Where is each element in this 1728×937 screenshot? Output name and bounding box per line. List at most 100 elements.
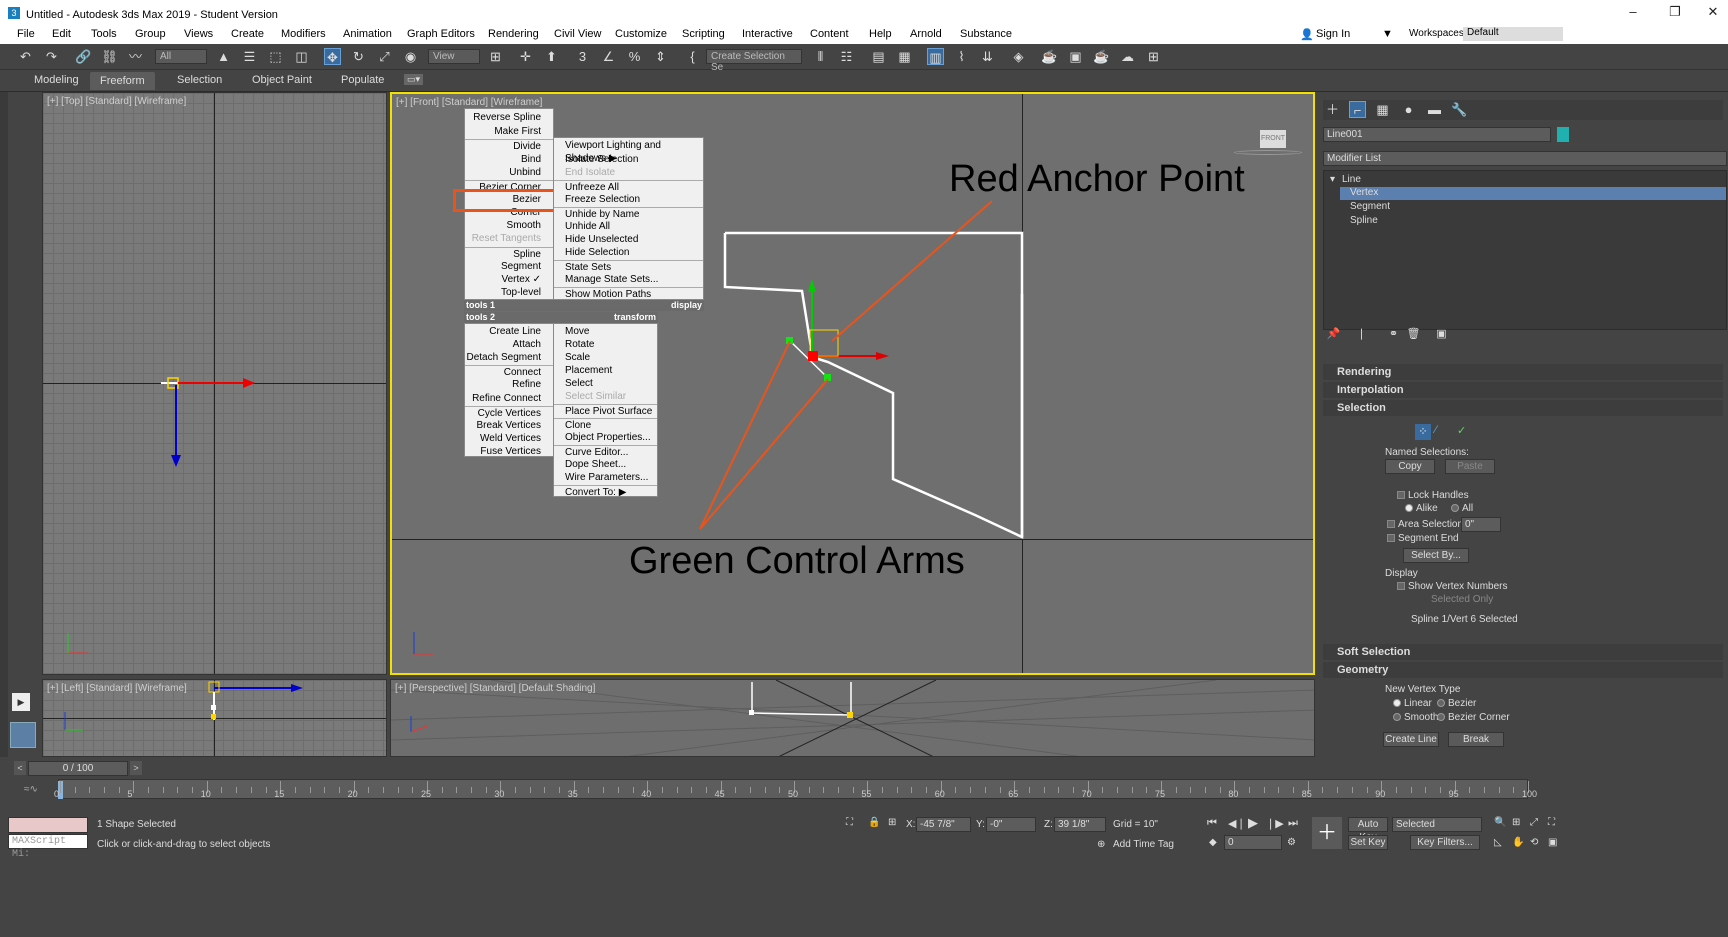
select-by-button[interactable]: Select By... bbox=[1403, 548, 1469, 563]
lock-handles-checkbox[interactable]: Lock Handles bbox=[1397, 490, 1469, 501]
angle-snap-icon[interactable]: ∠ bbox=[600, 48, 617, 65]
menu-group[interactable]: Group bbox=[135, 28, 166, 40]
render-production-icon[interactable]: ☕ bbox=[1093, 48, 1110, 65]
menu-tools[interactable]: Tools bbox=[91, 28, 117, 40]
all-radio[interactable]: All bbox=[1451, 503, 1473, 514]
a360-gallery-icon[interactable]: ⊞ bbox=[1145, 48, 1162, 65]
configure-sets-icon[interactable]: ▣ bbox=[1433, 326, 1450, 343]
isolate-toggle-icon[interactable]: ⛶ bbox=[846, 817, 853, 828]
make-unique-icon[interactable]: ⚭ bbox=[1385, 326, 1402, 343]
quad-item-select[interactable]: Select bbox=[554, 377, 657, 390]
pivot-center-icon[interactable]: ⊞ bbox=[487, 48, 504, 65]
quad-item-curve-editor[interactable]: Curve Editor... bbox=[554, 445, 657, 458]
menu-interactive[interactable]: Interactive bbox=[742, 28, 793, 40]
viewport-top[interactable]: [+] [Top] [Standard] [Wireframe] bbox=[42, 92, 387, 675]
ref-coord-dropdown[interactable]: View bbox=[428, 49, 480, 64]
render-setup-icon[interactable]: ☕ bbox=[1041, 48, 1058, 65]
selection-filter-dropdown[interactable]: All bbox=[155, 49, 207, 64]
quad-item-break-vertices[interactable]: Break Vertices bbox=[465, 419, 553, 432]
quad-item-hide-selection[interactable]: Hide Selection bbox=[554, 246, 703, 259]
area-selection-field[interactable]: 0" bbox=[1461, 517, 1501, 532]
selection-set-dropdown[interactable]: Selected bbox=[1392, 817, 1482, 832]
quad-item-move[interactable]: Move bbox=[554, 325, 657, 338]
quad-item-show-motion-paths[interactable]: Show Motion Paths bbox=[554, 287, 703, 300]
named-selection-dropdown[interactable]: Create Selection Se bbox=[706, 49, 802, 73]
quad-item-vertex[interactable]: Vertex ✓ bbox=[465, 273, 553, 286]
quad-item-unfreeze-all[interactable]: Unfreeze All bbox=[554, 180, 703, 193]
display-tab-icon[interactable]: ▬ bbox=[1426, 101, 1443, 118]
viewport-layout-icon[interactable] bbox=[10, 722, 36, 748]
quad-item-make-first[interactable]: Make First bbox=[465, 125, 553, 138]
quad-item-object-properties[interactable]: Object Properties... bbox=[554, 431, 657, 444]
stack-item-segment[interactable]: Segment bbox=[1350, 201, 1390, 212]
select-rotate-icon[interactable]: ↻ bbox=[350, 48, 367, 65]
pan-icon[interactable]: ✋ bbox=[1512, 837, 1524, 848]
menu-file[interactable]: File bbox=[17, 28, 35, 40]
viewport-left[interactable]: [+] [Left] [Standard] [Wireframe] bbox=[42, 679, 387, 757]
object-color-swatch[interactable] bbox=[1557, 127, 1569, 142]
select-by-name-icon[interactable]: ☰ bbox=[241, 48, 258, 65]
align-icon[interactable]: ☷ bbox=[838, 48, 855, 65]
quad-item-smooth[interactable]: Smooth bbox=[465, 219, 553, 232]
time-tag-icon[interactable]: ⊕ bbox=[1097, 839, 1105, 850]
maxscript-listener-top[interactable] bbox=[8, 817, 88, 833]
quad-item-divide[interactable]: Divide bbox=[465, 139, 553, 152]
z-coord-field[interactable]: 39 1/8" bbox=[1054, 817, 1106, 832]
menu-create[interactable]: Create bbox=[231, 28, 264, 40]
quad-item-place-pivot-surface[interactable]: Place Pivot Surface bbox=[554, 404, 657, 417]
quad-item-detach-segment[interactable]: Detach Segment bbox=[465, 351, 553, 364]
curve-editor-toggle-icon[interactable]: ≈∿ bbox=[24, 784, 38, 795]
tab-populate[interactable]: Populate bbox=[341, 74, 384, 86]
tab-modeling[interactable]: Modeling bbox=[34, 74, 79, 86]
zoom-extents-icon[interactable]: ⤢ bbox=[1530, 817, 1538, 828]
stack-item-vertex[interactable]: Vertex bbox=[1350, 187, 1378, 198]
quad-item-bind[interactable]: Bind bbox=[465, 153, 553, 166]
quad-item-hide-unselected[interactable]: Hide Unselected bbox=[554, 233, 703, 246]
menu-views[interactable]: Views bbox=[184, 28, 213, 40]
remove-modifier-icon[interactable]: 🗑 bbox=[1405, 326, 1422, 343]
alike-radio[interactable]: Alike bbox=[1405, 503, 1438, 514]
next-frame-icon[interactable]: > bbox=[130, 761, 142, 775]
close-button[interactable]: ✕ bbox=[1702, 4, 1724, 22]
stack-expand-icon[interactable]: ▾ bbox=[1330, 174, 1335, 185]
motion-tab-icon[interactable]: ● bbox=[1400, 101, 1417, 118]
quad-item-refine[interactable]: Refine bbox=[465, 378, 553, 391]
menu-civil-view[interactable]: Civil View bbox=[554, 28, 601, 40]
modifier-list-dropdown[interactable]: Modifier List bbox=[1323, 151, 1727, 166]
menu-content[interactable]: Content bbox=[810, 28, 849, 40]
segment-end-checkbox[interactable]: Segment End bbox=[1387, 533, 1459, 544]
time-slider[interactable]: 0 / 100 bbox=[28, 761, 128, 776]
quad-item-fuse-vertices[interactable]: Fuse Vertices bbox=[465, 445, 553, 458]
paste-button[interactable]: Paste bbox=[1445, 459, 1495, 474]
tab-object-paint[interactable]: Object Paint bbox=[252, 74, 312, 86]
show-end-result-icon[interactable]: ❘ bbox=[1353, 326, 1370, 343]
window-crossing-icon[interactable]: ◫ bbox=[293, 48, 310, 65]
set-key-button[interactable]: Set Key bbox=[1348, 835, 1388, 850]
mirror-icon[interactable]: ⫴ bbox=[812, 48, 829, 65]
tab-freeform[interactable]: Freeform bbox=[90, 72, 155, 90]
viewport-top-label[interactable]: [+] [Top] [Standard] [Wireframe] bbox=[47, 96, 186, 107]
quad-item-wire-parameters[interactable]: Wire Parameters... bbox=[554, 471, 657, 484]
maxscript-mini-listener[interactable]: MAXScript Mi: bbox=[8, 834, 88, 860]
quad-item-dope-sheet[interactable]: Dope Sheet... bbox=[554, 458, 657, 471]
keyboard-shortcut-icon[interactable]: ⬆ bbox=[543, 48, 560, 65]
select-manipulate-icon[interactable]: ✛ bbox=[517, 48, 534, 65]
quad-item-manage-state-sets[interactable]: Manage State Sets... bbox=[554, 273, 703, 286]
next-key-icon[interactable]: ❘▶ bbox=[1266, 817, 1284, 830]
key-filters-button[interactable]: Key Filters... bbox=[1410, 835, 1480, 850]
restore-button[interactable]: ❐ bbox=[1664, 4, 1686, 22]
ribbon-options-icon[interactable]: ▭▾ bbox=[404, 74, 424, 85]
modify-tab-icon[interactable]: ⌐ bbox=[1349, 101, 1366, 118]
viewcube[interactable]: FRONT bbox=[1260, 130, 1286, 148]
schematic-view-icon[interactable]: ⇊ bbox=[979, 48, 996, 65]
hierarchy-tab-icon[interactable]: ▦ bbox=[1374, 101, 1391, 118]
play-icon[interactable]: ▶ bbox=[12, 693, 30, 711]
menu-scripting[interactable]: Scripting bbox=[682, 28, 725, 40]
quad-item-clone[interactable]: Clone bbox=[554, 418, 657, 431]
rect-selection-icon[interactable]: ⬚ bbox=[267, 48, 284, 65]
go-to-end-icon[interactable]: ⏭ bbox=[1288, 817, 1298, 830]
quad-item-cycle-vertices[interactable]: Cycle Vertices bbox=[465, 406, 553, 419]
area-selection-checkbox[interactable]: Area Selection: bbox=[1387, 519, 1466, 530]
select-move-icon[interactable]: ✥ bbox=[324, 48, 341, 65]
workspace-dropdown[interactable]: Default bbox=[1463, 27, 1563, 41]
